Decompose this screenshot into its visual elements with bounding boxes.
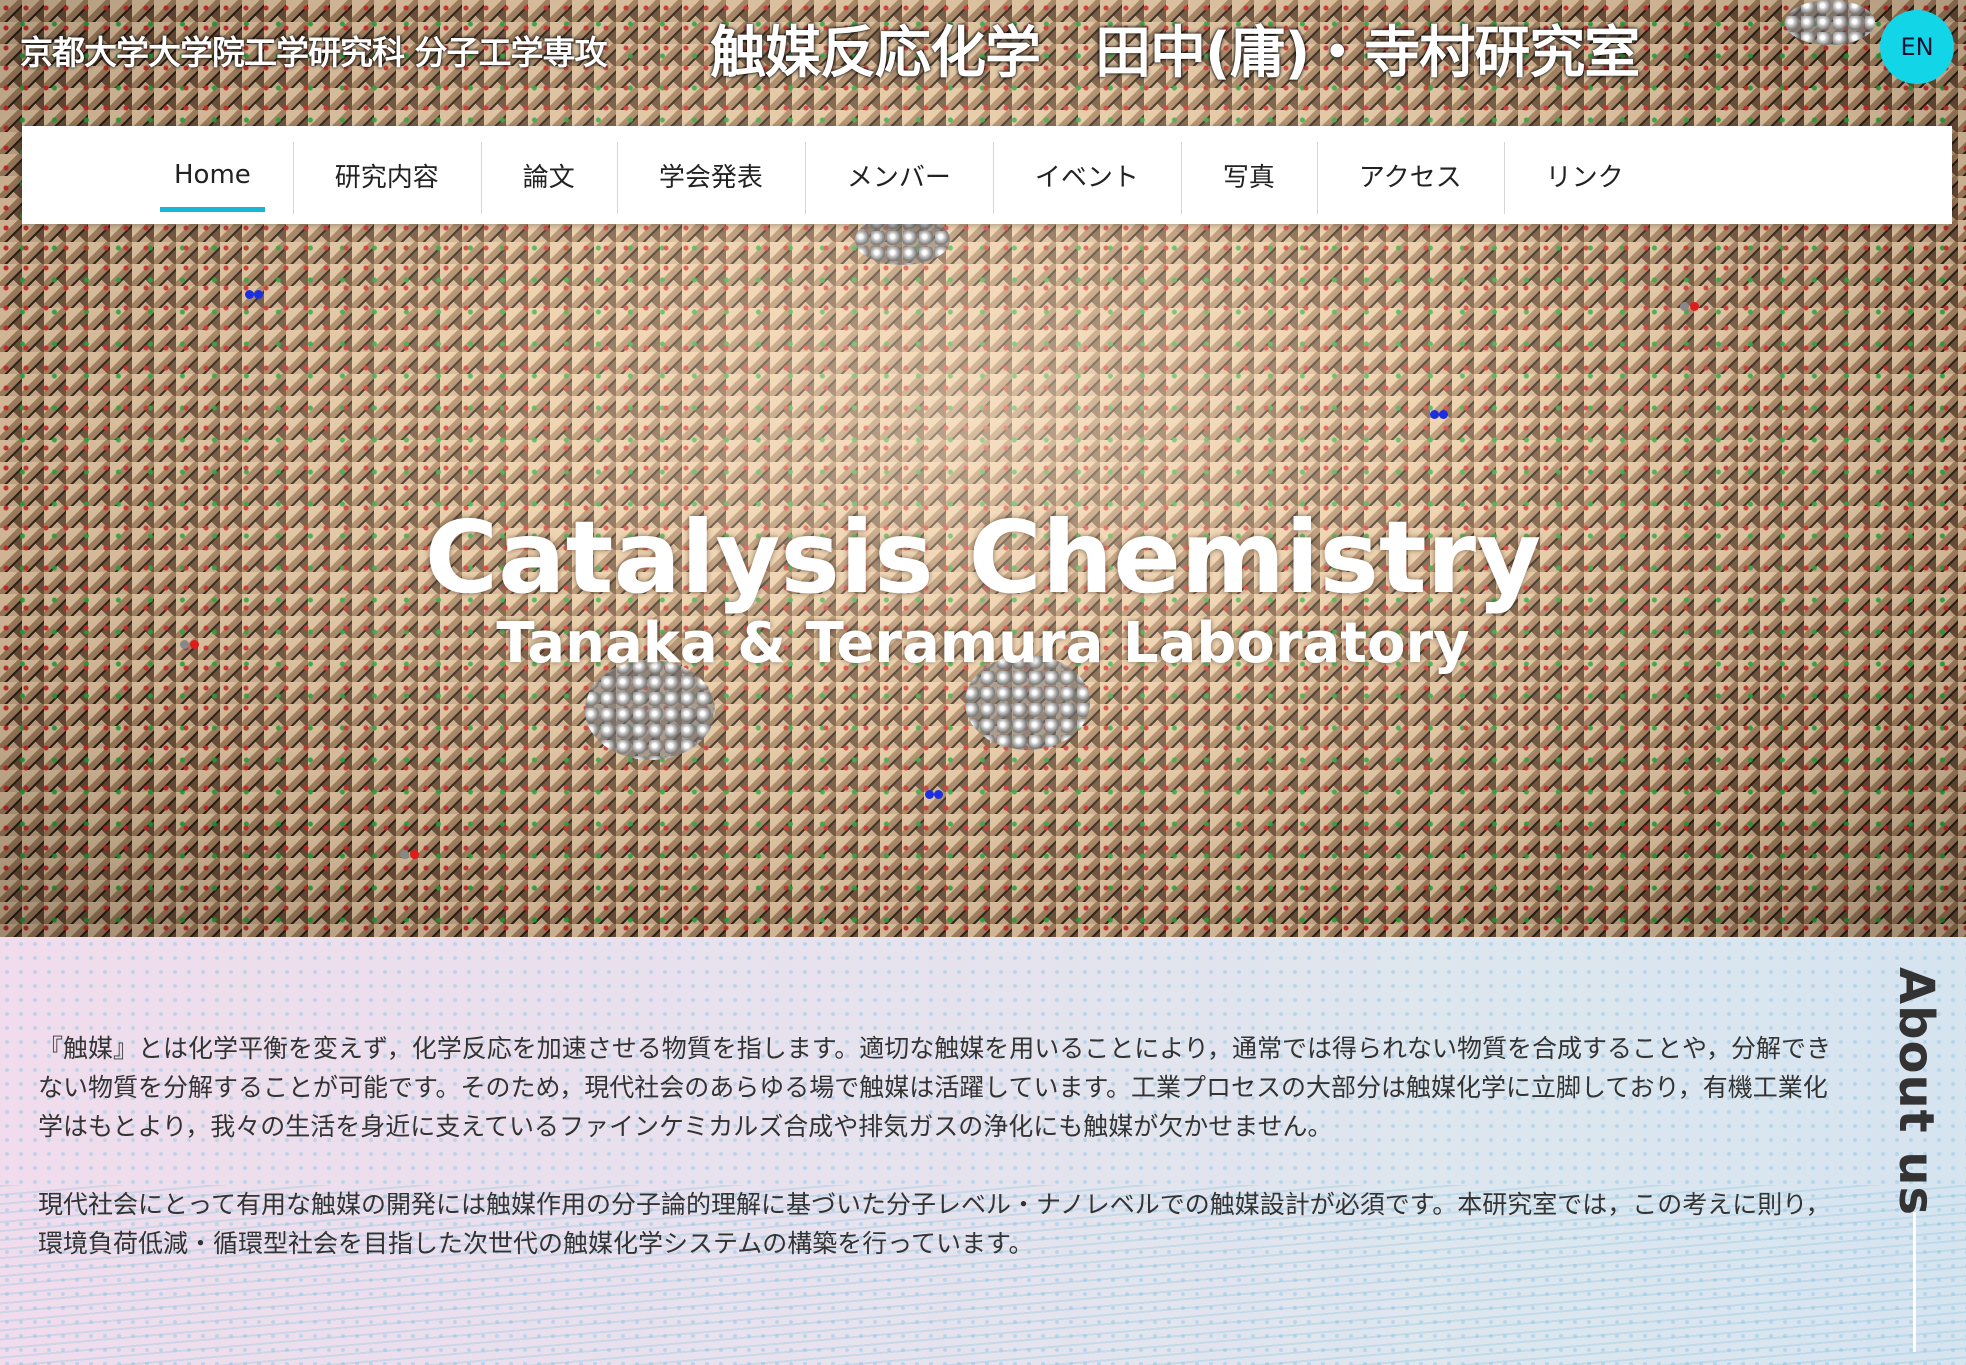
about-paragraph: 現代社会にとって有用な触媒の開発には触媒作用の分子論的理解に基づいた分子レベル・… — [38, 1190, 1831, 1258]
main-nav: Home 研究内容 論文 学会発表 メンバー イベント 写真 アクセス リンク — [22, 126, 1952, 224]
nav-item-home[interactable]: Home — [132, 126, 293, 224]
nav-item-photos[interactable]: 写真 — [1180, 126, 1317, 224]
about-text: 『触媒』とは化学平衡を変えず，化学反応を加速させる物質を指します。適切な触媒を用… — [38, 1029, 1838, 1302]
hero-subtitle: Tanaka & Teramura Laboratory — [496, 611, 1470, 676]
about-paragraph: 『触媒』とは化学平衡を変えず，化学反応を加速させる物質を指します。適切な触媒を用… — [38, 1034, 1832, 1141]
n2-molecule-image — [245, 290, 265, 300]
lab-title[interactable]: 触媒反応化学 田中(庸)・寺村研究室 — [710, 8, 1640, 89]
about-us-heading: About us — [1888, 967, 1944, 1217]
about-section: 『触媒』とは化学平衡を変えず，化学反応を加速させる物質を指します。適切な触媒を用… — [0, 937, 1966, 1365]
language-toggle-button[interactable]: EN — [1880, 10, 1954, 84]
co-molecule-image — [1680, 302, 1700, 312]
co-molecule-image — [400, 850, 420, 860]
n2-molecule-image — [925, 790, 945, 800]
nav-item-papers[interactable]: 論文 — [480, 126, 617, 224]
hero-banner: 京都大学大学院工学研究科 分子工学専攻 触媒反応化学 田中(庸)・寺村研究室 E… — [0, 0, 1966, 937]
nav-item-presentations[interactable]: 学会発表 — [616, 126, 805, 224]
n2-molecule-image — [1430, 410, 1450, 420]
nav-item-links[interactable]: リンク — [1503, 126, 1666, 224]
nav-item-access[interactable]: アクセス — [1316, 126, 1504, 224]
about-divider-line — [1913, 1212, 1916, 1352]
nav-item-members[interactable]: メンバー — [804, 126, 993, 224]
department-title: 京都大学大学院工学研究科 分子工学専攻 — [20, 33, 607, 72]
nav-item-research[interactable]: 研究内容 — [292, 126, 481, 224]
nav-item-events[interactable]: イベント — [992, 126, 1181, 224]
metal-cluster-image — [1785, 0, 1875, 45]
hero-title: Catalysis Chemistry — [424, 499, 1542, 616]
